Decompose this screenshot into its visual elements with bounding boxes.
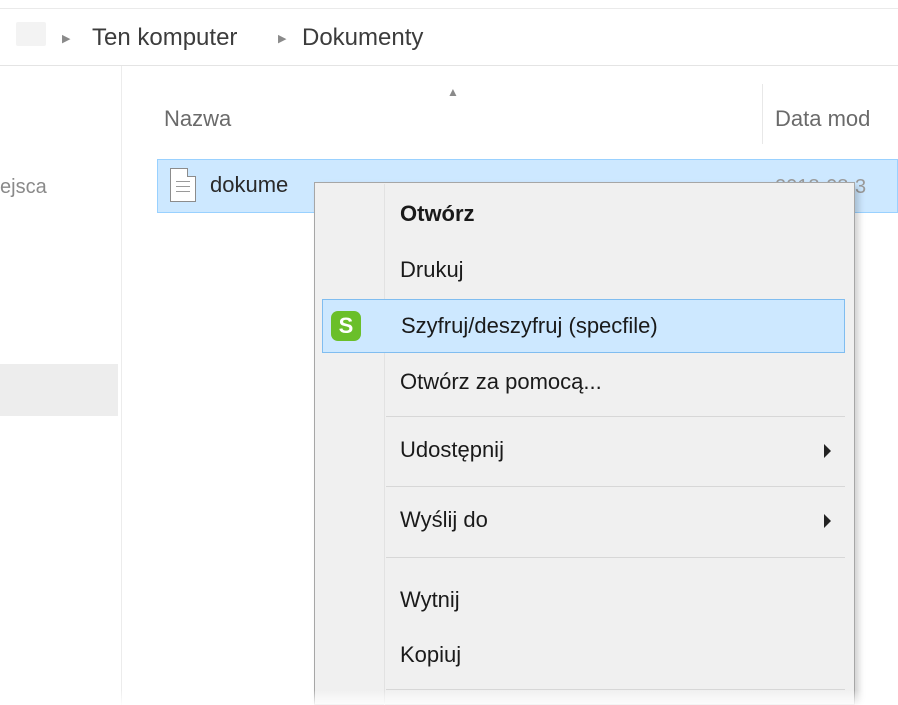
navigation-pane-divider[interactable] [121,66,122,705]
breadcrumb-chevron-icon[interactable]: ▶ [278,34,286,45]
nav-item-quick-access-label[interactable]: ejsca [0,176,47,199]
menu-item-share[interactable]: Udostępnij [322,424,845,478]
menu-item-print[interactable]: Drukuj [322,244,845,298]
menu-separator [386,416,845,417]
breadcrumb-documents[interactable]: Dokumenty [302,24,423,52]
explorer-window: ▶ Ten komputer ▶ Dokumenty ejsca ▲ Nazwa… [0,0,898,705]
address-bar[interactable]: ▶ Ten komputer ▶ Dokumenty [0,0,898,66]
submenu-arrow-icon [824,444,831,458]
menu-item-label: Otwórz [400,201,475,226]
bottom-fade [0,690,898,705]
menu-item-label: Kopiuj [400,642,462,667]
submenu-arrow-icon [824,514,831,528]
menu-item-copy[interactable]: Kopiuj [322,629,845,683]
menu-item-label: Otwórz za pomocą... [400,369,602,394]
menu-separator [386,486,845,487]
specfile-s-icon: S [331,311,361,341]
menu-item-open[interactable]: Otwórz [322,188,845,242]
page-fold [187,168,196,177]
menu-item-label: Udostępnij [400,437,504,462]
menu-item-open-with[interactable]: Otwórz za pomocą... [322,356,845,410]
menu-item-label: Wytnij [400,587,460,612]
breadcrumb-this-pc[interactable]: Ten komputer [92,24,237,52]
menu-item-label: Drukuj [400,257,464,282]
menu-item-label: Wyślij do [400,507,488,532]
nav-item-selected[interactable] [0,364,118,416]
document-line [176,186,190,187]
document-line [176,181,190,182]
folder-location-icon [16,22,46,46]
text-document-icon [170,168,196,202]
file-name[interactable]: dokume [210,172,288,198]
menu-separator [386,557,845,558]
column-header-date-modified[interactable]: Data mod [775,106,870,132]
breadcrumb-chevron-icon[interactable]: ▶ [62,34,70,45]
document-line [176,191,190,192]
menu-item-encrypt-decrypt[interactable]: S Szyfruj/deszyfruj (specfile) [322,299,845,353]
column-separator[interactable] [762,84,763,144]
sort-ascending-icon: ▲ [447,85,459,99]
address-bar-top-border [0,8,898,9]
column-header-name[interactable]: Nazwa [164,106,231,132]
menu-item-label: Szyfruj/deszyfruj (specfile) [401,313,658,338]
menu-item-cut[interactable]: Wytnij [322,574,845,628]
menu-item-send-to[interactable]: Wyślij do [322,494,845,548]
